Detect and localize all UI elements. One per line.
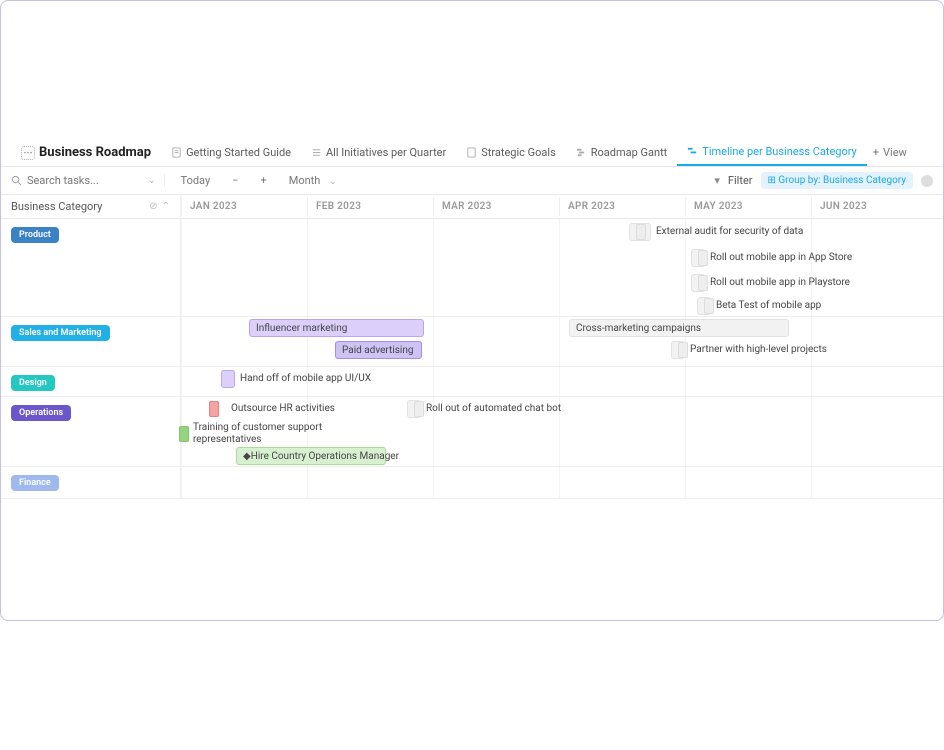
category-pill[interactable]: Sales and Marketing [11,325,110,341]
month-col: FEB 2023 [307,197,433,216]
task-bar[interactable]: Cross-marketing campaigns [569,319,789,337]
category-pill[interactable]: Design [11,375,55,391]
category-pill[interactable]: Product [11,227,59,243]
category-row-operations: Operations Outsource HR activities Roll … [1,397,943,467]
task-bar[interactable]: Outsource HR activities [203,400,225,418]
task-bar[interactable]: Beta Test of mobile app [697,297,711,315]
drag-handle-icon[interactable] [414,401,424,417]
task-bar[interactable]: Roll out mobile app in App Store [691,249,705,267]
timescale-select[interactable]: Month ⌄ [283,172,343,189]
drag-handle-icon[interactable] [704,298,714,314]
board-title: Business Roadmap [39,145,151,160]
tab-strategic[interactable]: Strategic Goals [456,140,566,165]
month-col: JUN 2023 [811,197,937,216]
zoom-in-button[interactable]: + [254,172,272,189]
drag-handle-icon[interactable] [179,426,189,442]
category-row-product: Product External audit for security of d… [1,219,943,317]
search-box[interactable]: ⌄ [11,174,165,187]
chevron-down-icon: ⌄ [329,177,337,187]
category-row-finance: Finance [1,467,943,499]
tab-getting-started[interactable]: Getting Started Guide [161,140,301,165]
list-icon [311,147,322,158]
plus-icon: + [873,146,879,159]
tab-initiatives[interactable]: All Initiatives per Quarter [301,140,456,165]
toolbar: ⌄ Today − + Month ⌄ ▾ Filter ⊞ Group by:… [1,167,943,195]
drag-handle-icon[interactable] [698,250,708,266]
month-col: MAR 2023 [433,197,559,216]
drag-handle-icon[interactable] [698,275,708,291]
task-bar[interactable]: Hand off of mobile app UI/UX [221,370,235,388]
drag-handle-icon[interactable] [678,342,688,358]
month-col: APR 2023 [559,197,685,216]
month-col: MAY 2023 [685,197,811,216]
task-bar[interactable]: Roll out mobile app in Playstore [691,274,705,292]
view-tabs: ⋯ Business Roadmap Getting Started Guide… [1,131,943,167]
category-row-design: Design Hand off of mobile app UI/UX [1,367,943,397]
add-view-button[interactable]: + View [873,146,907,159]
tab-gantt[interactable]: Roadmap Gantt [566,140,678,165]
search-icon [11,175,22,186]
task-bar[interactable]: Training of customer support representat… [173,425,187,443]
doc-icon [466,147,477,158]
task-bar[interactable]: Roll out of automated chat bot [407,400,421,418]
task-bar[interactable]: External audit for security of data [629,223,651,241]
filter-button[interactable]: Filter [728,174,753,187]
user-icon[interactable] [921,175,933,187]
task-bar[interactable]: Partner with high-level projects [671,341,685,359]
chevron-down-icon[interactable]: ⌄ [148,176,156,186]
task-bar[interactable]: Paid advertising [335,341,422,359]
board-icon: ⋯ [21,146,35,160]
category-pill[interactable]: Operations [11,405,71,421]
zoom-out-button[interactable]: − [226,172,244,189]
groupby-button[interactable]: ⊞ Group by: Business Category [761,172,913,189]
hide-icon[interactable]: ⊘ [149,201,157,212]
search-input[interactable] [27,174,137,187]
drag-handle-icon[interactable] [209,401,219,417]
sidebar-header: Business Category ⊘⌃ [1,196,181,217]
doc-icon [171,147,182,158]
timeline-grid: Business Category ⊘⌃ JAN 2023 FEB 2023 M… [1,195,943,499]
drag-handle-icon[interactable] [636,224,646,240]
filter-icon: ▾ [714,174,720,187]
gantt-icon [576,147,587,158]
collapse-icon[interactable]: ⌃ [162,201,170,212]
board-title-tab[interactable]: ⋯ Business Roadmap [11,139,161,166]
category-pill[interactable]: Finance [11,475,59,491]
category-row-sales: Sales and Marketing Influencer marketing… [1,317,943,367]
task-bar[interactable]: ◆ Hire Country Operations Manager [236,447,386,465]
timeline-icon [687,146,698,157]
timeline-header: Business Category ⊘⌃ JAN 2023 FEB 2023 M… [1,195,943,219]
tab-timeline[interactable]: Timeline per Business Category [677,139,866,166]
task-bar[interactable]: Influencer marketing [249,319,424,337]
today-button[interactable]: Today [175,172,217,189]
month-col: JAN 2023 [181,197,307,216]
